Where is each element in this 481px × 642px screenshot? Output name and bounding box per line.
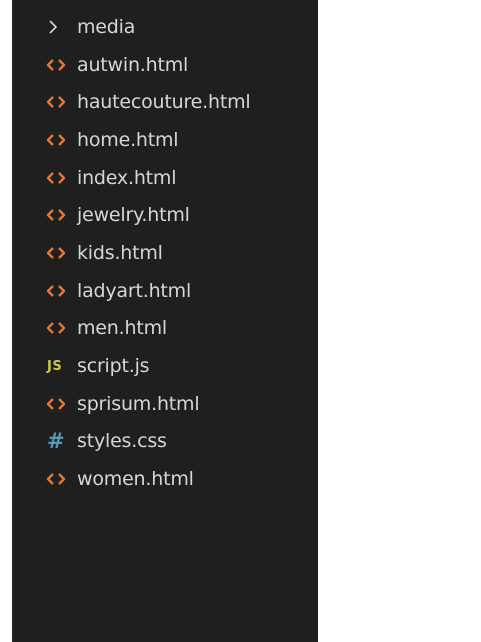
js-file-icon: JS: [47, 358, 63, 374]
file-men-html[interactable]: men.html: [13, 310, 318, 348]
file-ladyart-html[interactable]: ladyart.html: [13, 272, 318, 310]
file-label: styles.css: [77, 430, 167, 453]
file-index-html[interactable]: index.html: [13, 159, 318, 197]
html-file-icon: [47, 96, 73, 109]
file-label: men.html: [77, 317, 167, 340]
css-file-icon: #: [47, 428, 65, 453]
file-home-html[interactable]: home.html: [13, 121, 318, 159]
html-file-icon: [47, 322, 73, 335]
file-label: ladyart.html: [77, 279, 192, 302]
file-label: index.html: [77, 166, 177, 189]
folder-media[interactable]: media: [13, 8, 318, 46]
html-file-icon: [47, 209, 73, 222]
folder-label: media: [77, 15, 136, 38]
file-label: script.js: [77, 355, 150, 378]
file-label: sprisum.html: [77, 392, 200, 415]
file-tree: media autwin.html hautecouture.html home…: [13, 8, 318, 498]
file-kids-html[interactable]: kids.html: [13, 234, 318, 272]
html-file-icon: [47, 171, 73, 184]
screenshot-canvas: media autwin.html hautecouture.html home…: [0, 0, 481, 642]
file-styles-css[interactable]: # styles.css: [13, 423, 318, 461]
file-hautecouture-html[interactable]: hautecouture.html: [13, 83, 318, 121]
html-file-icon: [47, 58, 73, 71]
file-script-js[interactable]: JS script.js: [13, 347, 318, 385]
html-file-icon: [47, 284, 73, 297]
file-label: autwin.html: [77, 53, 189, 76]
file-label: kids.html: [77, 241, 163, 264]
file-sprisum-html[interactable]: sprisum.html: [13, 385, 318, 423]
chevron-right-icon[interactable]: [47, 19, 73, 35]
html-file-icon: [47, 134, 73, 146]
file-autwin-html[interactable]: autwin.html: [13, 46, 318, 84]
html-file-icon: [47, 397, 73, 410]
file-explorer: media autwin.html hautecouture.html home…: [12, 0, 318, 642]
file-label: hautecouture.html: [77, 91, 251, 114]
file-label: women.html: [77, 468, 194, 491]
file-women-html[interactable]: women.html: [13, 460, 318, 498]
html-file-icon: [47, 247, 73, 259]
file-label: home.html: [77, 128, 179, 151]
html-file-icon: [47, 473, 73, 485]
file-jewelry-html[interactable]: jewelry.html: [13, 196, 318, 234]
file-label: jewelry.html: [77, 204, 190, 227]
